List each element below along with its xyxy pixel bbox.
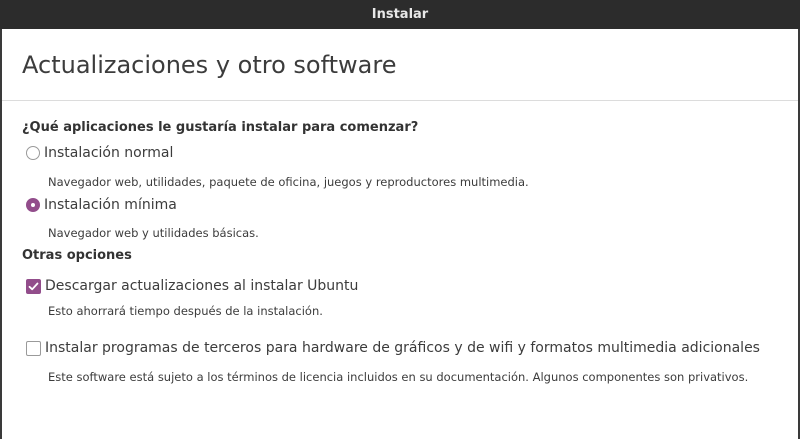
main-content: ¿Qué aplicaciones le gustaría instalar p…: [2, 101, 798, 439]
radio-normal-installation[interactable]: Instalación normal: [26, 145, 173, 161]
checkbox-checked-icon[interactable]: [26, 278, 41, 294]
radio-normal-installation-label[interactable]: Instalación normal: [44, 145, 173, 161]
checkbox-third-party-software-label[interactable]: Instalar programas de terceros para hard…: [45, 340, 760, 356]
checkbox-unchecked-icon[interactable]: [26, 340, 41, 356]
radio-checked-icon[interactable]: [26, 198, 40, 212]
radio-minimal-installation-label[interactable]: Instalación mínima: [44, 197, 177, 213]
other-options-title: Otras opciones: [22, 248, 132, 263]
window-title: Instalar: [371, 7, 429, 22]
third-party-software-description: Este software está sujeto a los términos…: [48, 370, 749, 384]
page-title: Actualizaciones y otro software: [22, 51, 397, 79]
checkbox-third-party-software[interactable]: Instalar programas de terceros para hard…: [26, 340, 760, 356]
radio-minimal-installation[interactable]: Instalación mínima: [26, 197, 177, 213]
radio-unchecked-icon[interactable]: [26, 146, 40, 160]
install-type-question: ¿Qué aplicaciones le gustaría instalar p…: [22, 120, 419, 135]
checkmark-icon: [28, 282, 39, 290]
minimal-installation-description: Navegador web y utilidades básicas.: [48, 226, 259, 240]
download-updates-description: Esto ahorrará tiempo después de la insta…: [48, 304, 323, 318]
window-titlebar[interactable]: Instalar: [0, 0, 800, 29]
checkbox-download-updates[interactable]: Descargar actualizaciones al instalar Ub…: [26, 278, 358, 294]
checkbox-download-updates-label[interactable]: Descargar actualizaciones al instalar Ub…: [45, 278, 358, 294]
normal-installation-description: Navegador web, utilidades, paquete de of…: [48, 175, 529, 189]
page-header: Actualizaciones y otro software: [2, 29, 798, 101]
